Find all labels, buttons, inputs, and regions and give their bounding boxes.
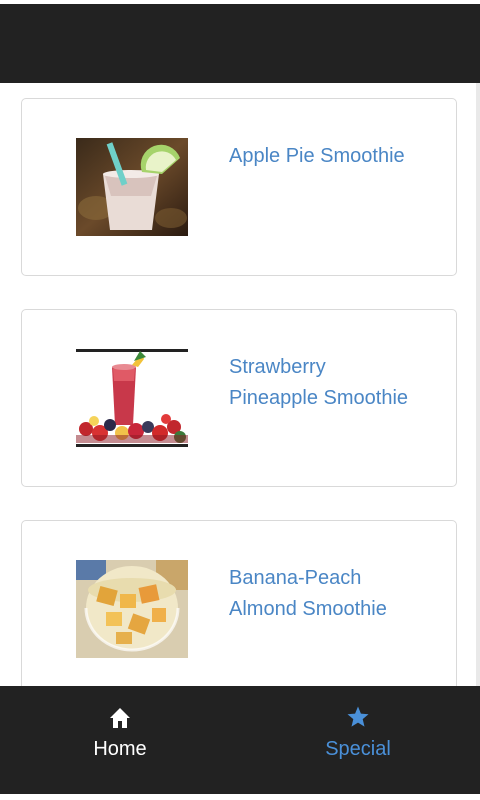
smoothie-title-banana-peach[interactable]: Banana-Peach Almond Smoothie — [229, 563, 429, 625]
apple-pie-smoothie-image — [76, 138, 188, 236]
smoothie-title-line2[interactable]: Almond Smoothie — [229, 594, 429, 625]
smoothie-title-apple-pie[interactable]: Apple Pie Smoothie — [229, 141, 429, 172]
tab-home-label[interactable]: Home — [50, 732, 190, 766]
app-header — [0, 4, 480, 83]
smoothie-title-line2[interactable]: Pineapple Smoothie — [229, 383, 429, 414]
tab-special[interactable]: Special — [288, 702, 428, 772]
app-screen: Apple Pie Smoothie Strawberry Pineapple … — [0, 0, 480, 800]
tab-special-label[interactable]: Special — [288, 732, 428, 766]
tab-home[interactable]: Home — [50, 702, 190, 772]
strawberry-pineapple-smoothie-image — [76, 349, 188, 447]
bottom-tab-bar: Home Special — [0, 686, 480, 800]
smoothie-title-line1[interactable]: Strawberry — [229, 352, 429, 383]
smoothie-card-banana-peach[interactable]: Banana-Peach Almond Smoothie — [21, 520, 457, 686]
smoothie-title-strawberry-pineapple[interactable]: Strawberry Pineapple Smoothie — [229, 352, 429, 414]
smoothie-card-strawberry-pineapple[interactable]: Strawberry Pineapple Smoothie — [21, 309, 457, 487]
smoothie-title-line1[interactable]: Apple Pie Smoothie — [229, 141, 429, 172]
banana-peach-smoothie-image — [76, 560, 188, 658]
smoothie-list[interactable]: Apple Pie Smoothie Strawberry Pineapple … — [0, 83, 476, 686]
smoothie-title-line1[interactable]: Banana-Peach — [229, 563, 429, 594]
home-icon — [50, 702, 190, 732]
star-icon — [288, 702, 428, 732]
scroll-edge — [476, 83, 480, 686]
smoothie-card-apple-pie[interactable]: Apple Pie Smoothie — [21, 98, 457, 276]
